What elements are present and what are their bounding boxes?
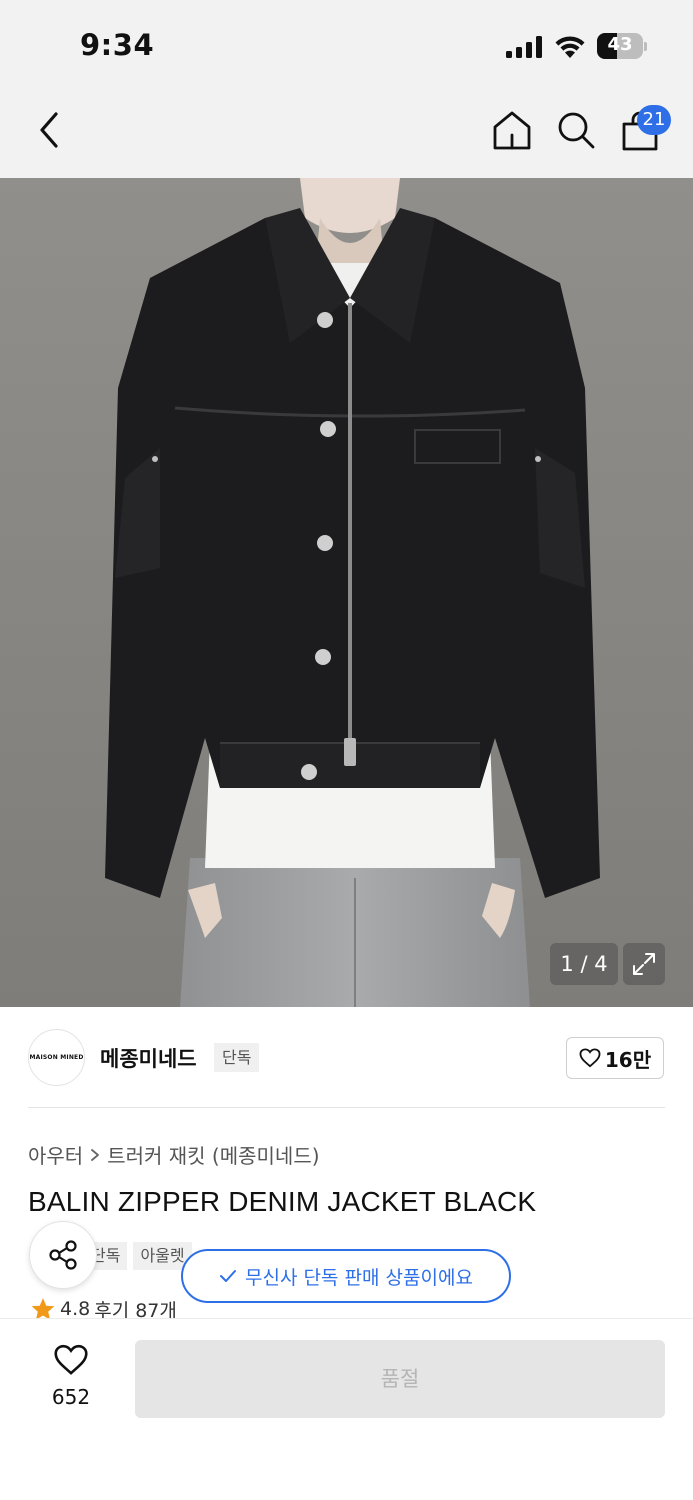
signal-icon [506, 36, 542, 58]
brand-name[interactable]: 메종미네드 [100, 1043, 197, 1073]
expand-icon [633, 953, 655, 975]
heart-outline-icon [579, 1048, 601, 1068]
share-icon [49, 1240, 77, 1270]
status-time: 9:34 [80, 28, 155, 62]
product-photo [0, 178, 693, 1007]
product-image[interactable] [0, 178, 693, 1007]
image-counter: 1 / 4 [550, 943, 618, 985]
brand-logo[interactable]: MAISON MINED [28, 1029, 85, 1086]
chevron-right-icon [91, 1148, 100, 1161]
check-icon [220, 1270, 237, 1282]
heart-outline-icon [54, 1344, 88, 1375]
brand-exclusive-tag: 단독 [214, 1043, 260, 1072]
product-tags: 단독 아울렛 [84, 1242, 192, 1270]
exclusive-toast-text: 무신사 단독 판매 상품이에요 [245, 1266, 473, 1289]
rating-row[interactable]: 4.8 후기 87개 [30, 1298, 177, 1320]
top-nav-bar [0, 92, 693, 178]
battery-icon: 43 [597, 33, 647, 59]
battery-level-text: 43 [607, 34, 633, 55]
cart-count-badge[interactable]: 21 [637, 105, 671, 135]
review-count[interactable]: 후기 87개 [94, 1298, 177, 1321]
brand-like-count: 16만 [604, 1047, 652, 1072]
brand-logo-text: MAISON MINED [29, 1054, 84, 1061]
brand-like-button[interactable]: 16만 [566, 1037, 664, 1079]
divider [28, 1107, 665, 1108]
share-button[interactable] [29, 1221, 97, 1289]
rating-value: 4.8 [60, 1298, 91, 1320]
product-title: BALIN ZIPPER DENIM JACKET BLACK [28, 1186, 537, 1217]
sold-out-button[interactable]: 품절 [135, 1340, 665, 1418]
back-icon[interactable] [30, 108, 70, 152]
exclusive-toast: 무신사 단독 판매 상품이에요 [181, 1249, 511, 1303]
wifi-icon [555, 36, 585, 58]
star-icon [31, 1298, 55, 1320]
fullscreen-button[interactable] [623, 943, 665, 985]
breadcrumb-category[interactable]: 아우터 [28, 1140, 83, 1169]
breadcrumb-subcategory[interactable]: 트러커 재킷 (메종미네드) [107, 1140, 319, 1169]
product-like-count: 652 [51, 1385, 91, 1409]
breadcrumb: 아우터 트러커 재킷 (메종미네드) [28, 1140, 320, 1169]
home-icon[interactable] [490, 109, 534, 151]
status-bar: 9:34 43 [0, 0, 693, 92]
search-icon[interactable] [555, 109, 597, 151]
